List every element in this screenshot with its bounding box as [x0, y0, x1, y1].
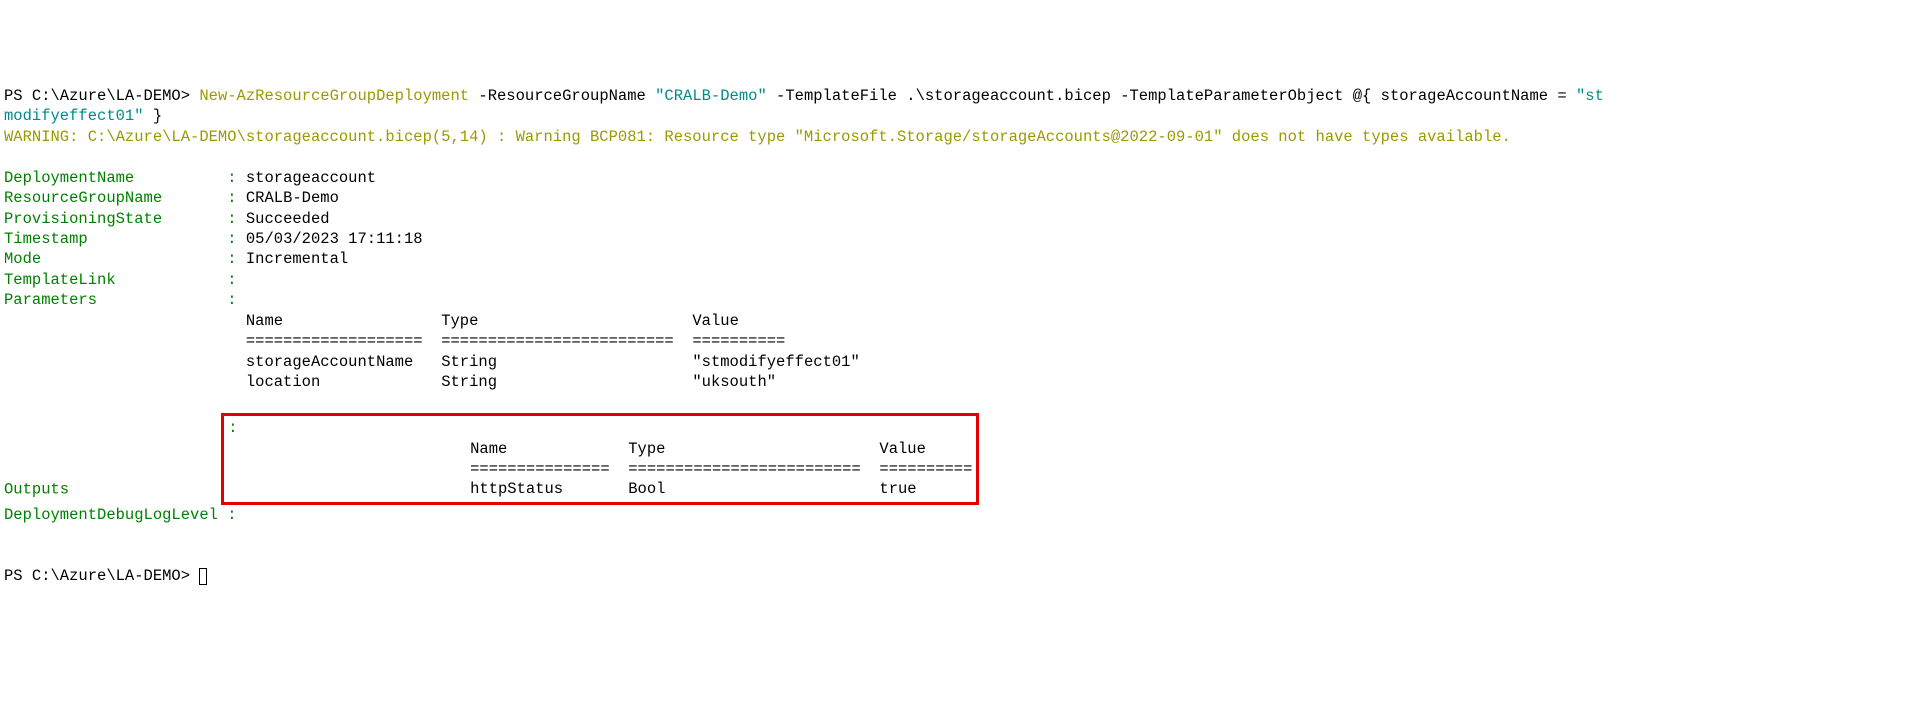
arg-rg: -ResourceGroupName — [469, 87, 655, 105]
out-rule-type: ========================= — [628, 460, 861, 478]
cursor[interactable] — [199, 568, 207, 585]
val-sa-part1: "st — [1576, 87, 1604, 105]
terminal-output: PS C:\Azure\LA-DEMO> New-AzResourceGroup… — [4, 86, 1903, 587]
out-row0-value: true — [879, 480, 916, 498]
param-header-value: Value — [692, 312, 739, 330]
param-rule-type: ========================= — [441, 332, 674, 350]
prop-rg-value: CRALB-Demo — [246, 189, 339, 207]
out-rule-value: ========== — [879, 460, 972, 478]
prompt-path-2[interactable]: PS C:\Azure\LA-DEMO> — [4, 567, 199, 585]
param-row0-name: storageAccountName — [246, 353, 413, 371]
prompt-path: PS C:\Azure\LA-DEMO> — [4, 87, 199, 105]
prop-outputs-label: Outputs — [4, 480, 227, 498]
param-row0-type: String — [441, 353, 497, 371]
param-rule-value: ========== — [692, 332, 785, 350]
prop-provstate-label: ProvisioningState : — [4, 210, 237, 228]
arg-templatefile: -TemplateFile .\storageaccount.bicep -Te… — [767, 87, 1576, 105]
param-rule-name: =================== — [246, 332, 423, 350]
prompt-line-1: PS C:\Azure\LA-DEMO> New-AzResourceGroup… — [4, 87, 1604, 125]
param-header-name: Name — [246, 312, 283, 330]
param-header-type: Type — [441, 312, 478, 330]
param-row1-type: String — [441, 373, 497, 391]
out-row0-type: Bool — [628, 480, 665, 498]
val-rg: "CRALB-Demo" — [655, 87, 767, 105]
cmdlet-name: New-AzResourceGroupDeployment — [199, 87, 469, 105]
param-row1-name: location — [246, 373, 320, 391]
prop-mode-label: Mode : — [4, 250, 237, 268]
prop-deploymentname-label: DeploymentName : — [4, 169, 237, 187]
param-row0-value: "stmodifyeffect01" — [692, 353, 859, 371]
prop-timestamp-value: 05/03/2023 17:11:18 — [246, 230, 423, 248]
out-header-value: Value — [879, 440, 926, 458]
prop-timestamp-label: Timestamp : — [4, 230, 237, 248]
prop-parameters-label: Parameters : — [4, 291, 237, 309]
closing-brace: } — [144, 107, 163, 125]
prop-mode-value: Incremental — [246, 250, 348, 268]
out-row0-name: httpStatus — [470, 480, 563, 498]
out-header-name: Name — [470, 440, 507, 458]
warning-line: WARNING: C:\Azure\LA-DEMO\storageaccount… — [4, 128, 1511, 146]
outputs-highlight-box: : Name Type Value =============== ======… — [221, 413, 979, 505]
prop-rg-label: ResourceGroupName : — [4, 189, 237, 207]
out-header-type: Type — [628, 440, 665, 458]
prop-templatelink-label: TemplateLink : — [4, 271, 237, 289]
out-rule-name: =============== — [470, 460, 610, 478]
prop-provstate-value: Succeeded — [246, 210, 330, 228]
prop-debuglog-label: DeploymentDebugLogLevel : — [4, 506, 237, 524]
param-row1-value: "uksouth" — [692, 373, 776, 391]
prop-deploymentname-value: storageaccount — [246, 169, 376, 187]
val-sa-part2: modifyeffect01" — [4, 107, 144, 125]
